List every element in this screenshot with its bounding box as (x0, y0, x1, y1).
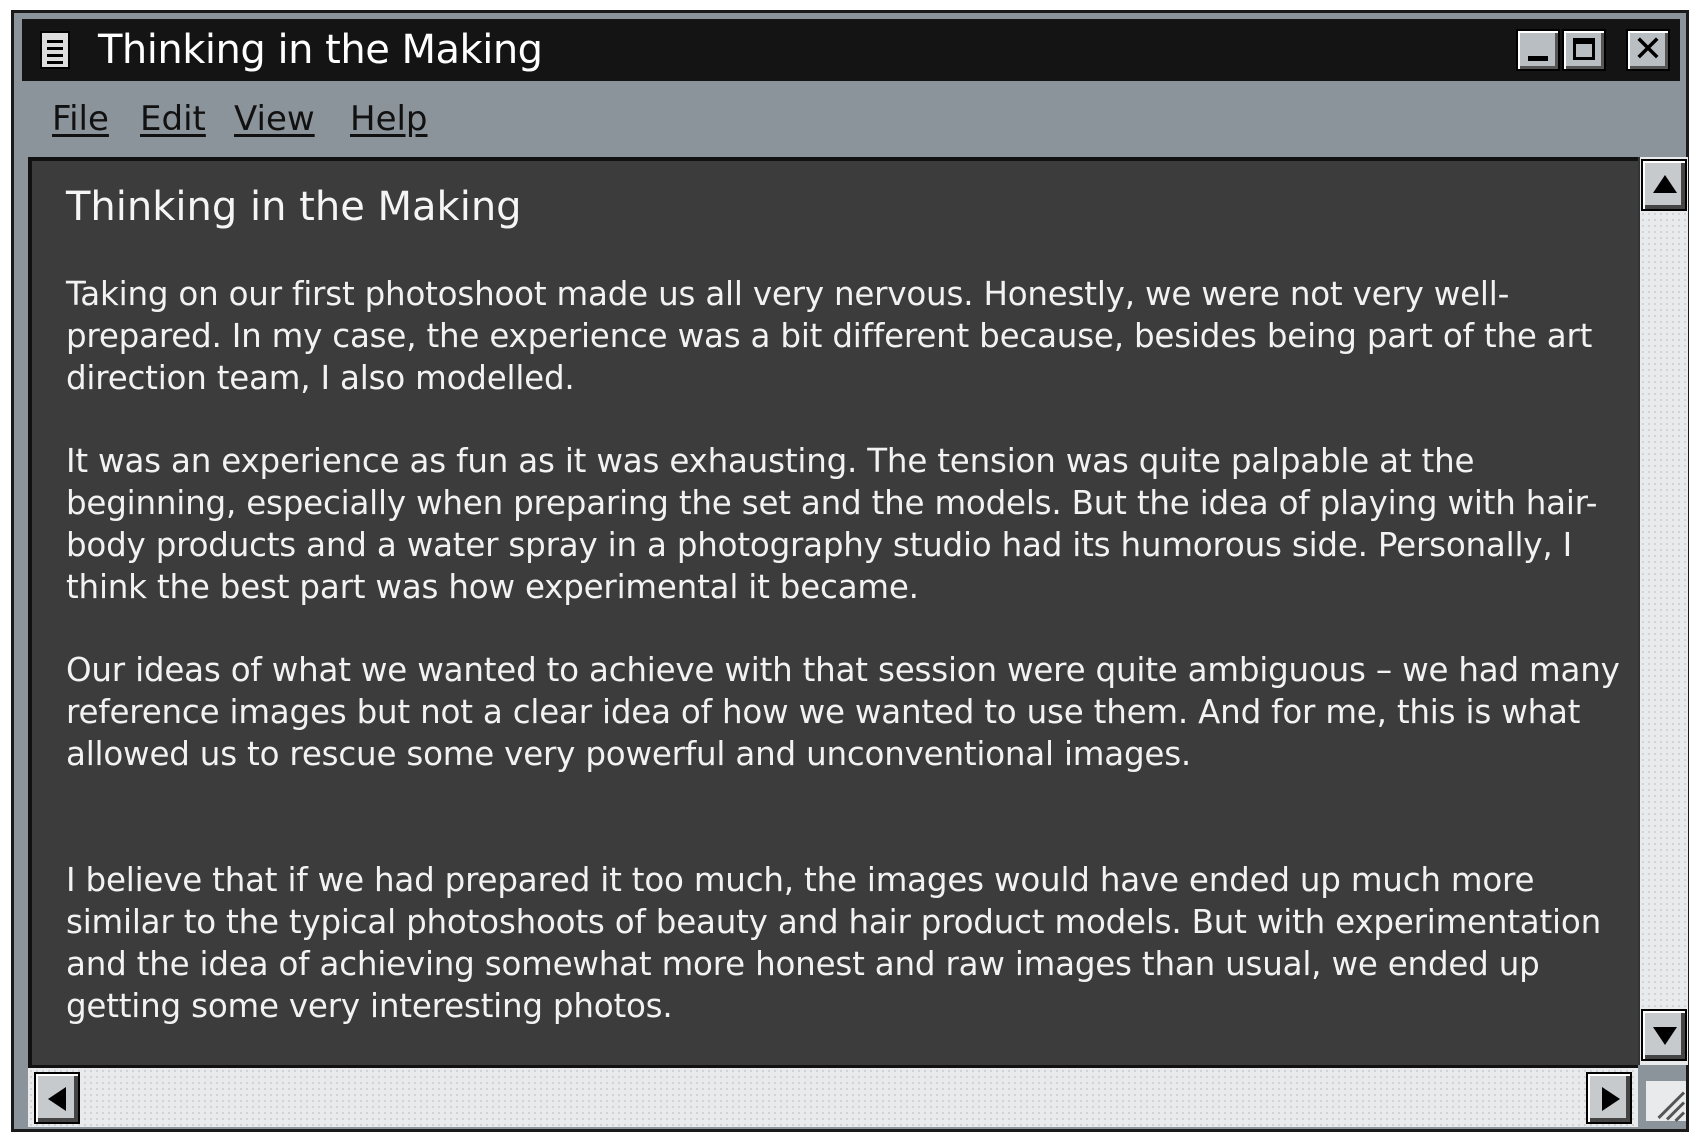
menu-file-label: File (52, 99, 109, 139)
menu-edit[interactable]: Edit (140, 99, 206, 139)
window-title: Thinking in the Making (98, 27, 543, 73)
close-button[interactable]: ✕ (1626, 29, 1670, 71)
close-icon: ✕ (1632, 29, 1664, 70)
menu-help[interactable]: Help (350, 99, 428, 139)
scroll-left-button[interactable] (34, 1072, 80, 1124)
menu-bar: File Edit View Help (22, 87, 1680, 143)
menu-file[interactable]: File (52, 99, 109, 139)
menu-edit-label: Edit (140, 99, 206, 139)
menu-view-label: View (234, 99, 315, 139)
arrow-down-icon (1653, 1027, 1677, 1045)
title-bar[interactable]: Thinking in the Making ✕ (22, 19, 1680, 81)
arrow-right-icon (1602, 1087, 1620, 1111)
paragraph: Our ideas of what we wanted to achieve w… (66, 651, 1620, 773)
minimize-button[interactable] (1516, 29, 1560, 71)
vertical-scrollbar[interactable] (1638, 157, 1688, 1065)
scroll-up-button[interactable] (1641, 159, 1687, 211)
scroll-down-button[interactable] (1641, 1009, 1687, 1061)
paragraph: I believe that if we had prepared it too… (66, 861, 1601, 1025)
menu-view[interactable]: View (234, 99, 315, 139)
notepad-icon[interactable] (40, 31, 70, 69)
resize-grip-icon[interactable] (1646, 1081, 1686, 1123)
minimize-icon (1528, 56, 1548, 61)
menu-help-label: Help (350, 99, 428, 139)
horizontal-scrollbar[interactable] (28, 1065, 1638, 1127)
document-title: Thinking in the Making (66, 184, 522, 230)
paragraph: It was an experience as fun as it was ex… (66, 442, 1598, 606)
arrow-left-icon (48, 1087, 66, 1111)
app-window: Thinking in the Making ✕ File Edit View … (11, 10, 1689, 1132)
scroll-right-button[interactable] (1586, 1072, 1632, 1124)
maximize-icon (1573, 38, 1595, 60)
arrow-up-icon (1653, 175, 1677, 193)
paragraph: Taking on our first photoshoot made us a… (66, 275, 1593, 397)
maximize-button[interactable] (1562, 29, 1606, 71)
document-content[interactable]: Thinking in the Making Taking on our fir… (28, 157, 1638, 1065)
